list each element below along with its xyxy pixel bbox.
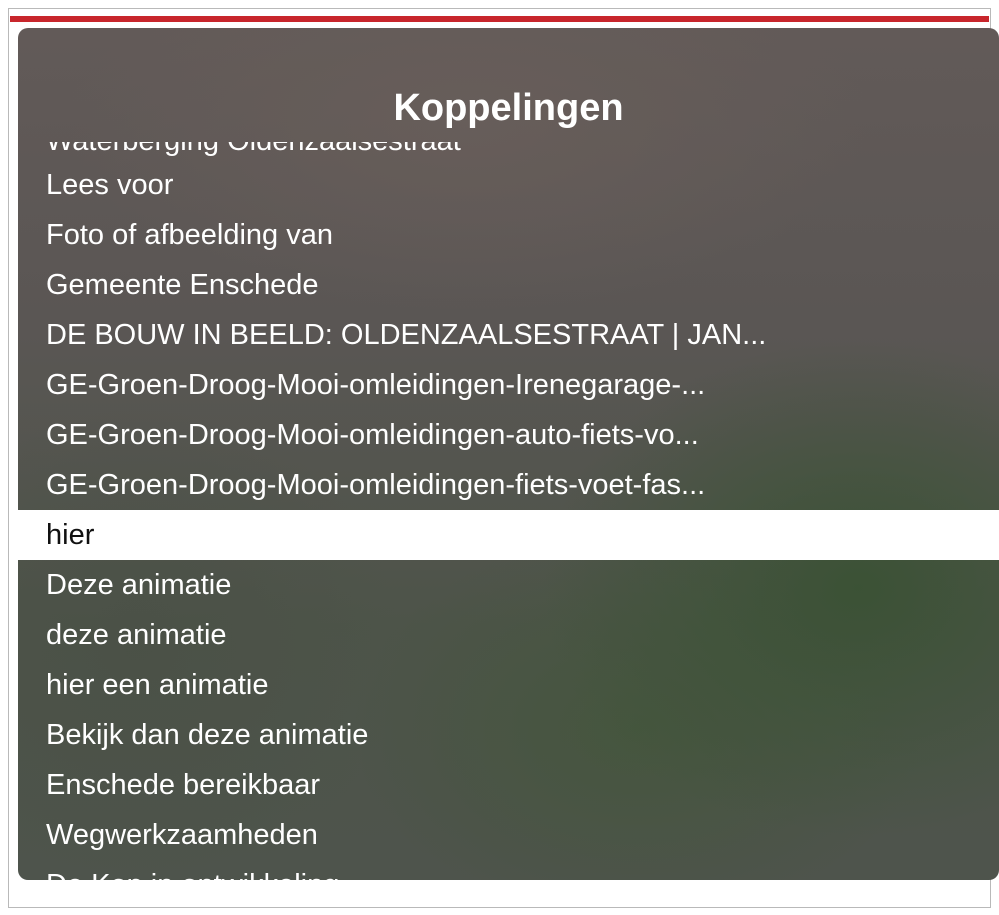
rotor-item-bouw-in-beeld[interactable]: DE BOUW IN BEELD: OLDENZAALSESTRAAT | JA… [18,310,999,360]
rotor-item-label: Waterberging Oldenzaalsestraat [46,142,461,157]
site-header-bar [10,16,989,22]
page-bottom-strip [10,880,989,906]
rotor-item-deze-animatie[interactable]: Deze animatie [18,560,999,610]
rotor-item-gemeente-enschede[interactable]: Gemeente Enschede [18,260,999,310]
rotor-links-list: Lees voor Foto of afbeelding van Gemeent… [18,160,999,880]
rotor-item-de-kop[interactable]: De Kop in ontwikkeling [18,860,999,880]
rotor-item-lees-voor[interactable]: Lees voor [18,160,999,210]
rotor-item-partial[interactable]: Waterberging Oldenzaalsestraat [46,142,946,158]
rotor-item-hier-selected[interactable]: hier [18,510,999,560]
rotor-item-omleidingen-fiets-voet[interactable]: GE-Groen-Droog-Mooi-omleidingen-fiets-vo… [18,460,999,510]
voiceover-rotor-links: Koppelingen Waterberging Oldenzaalsestra… [18,28,999,880]
rotor-item-omleidingen-irenegarage[interactable]: GE-Groen-Droog-Mooi-omleidingen-Irenegar… [18,360,999,410]
rotor-item-enschede-bereikbaar[interactable]: Enschede bereikbaar [18,760,999,810]
rotor-item-foto[interactable]: Foto of afbeelding van [18,210,999,260]
rotor-item-wegwerkzaamheden[interactable]: Wegwerkzaamheden [18,810,999,860]
rotor-item-omleidingen-auto-fiets[interactable]: GE-Groen-Droog-Mooi-omleidingen-auto-fie… [18,410,999,460]
rotor-item-deze-animatie-2[interactable]: deze animatie [18,610,999,660]
rotor-item-hier-een-animatie[interactable]: hier een animatie [18,660,999,710]
rotor-item-bekijk-animatie[interactable]: Bekijk dan deze animatie [18,710,999,760]
rotor-title: Koppelingen [393,87,624,129]
